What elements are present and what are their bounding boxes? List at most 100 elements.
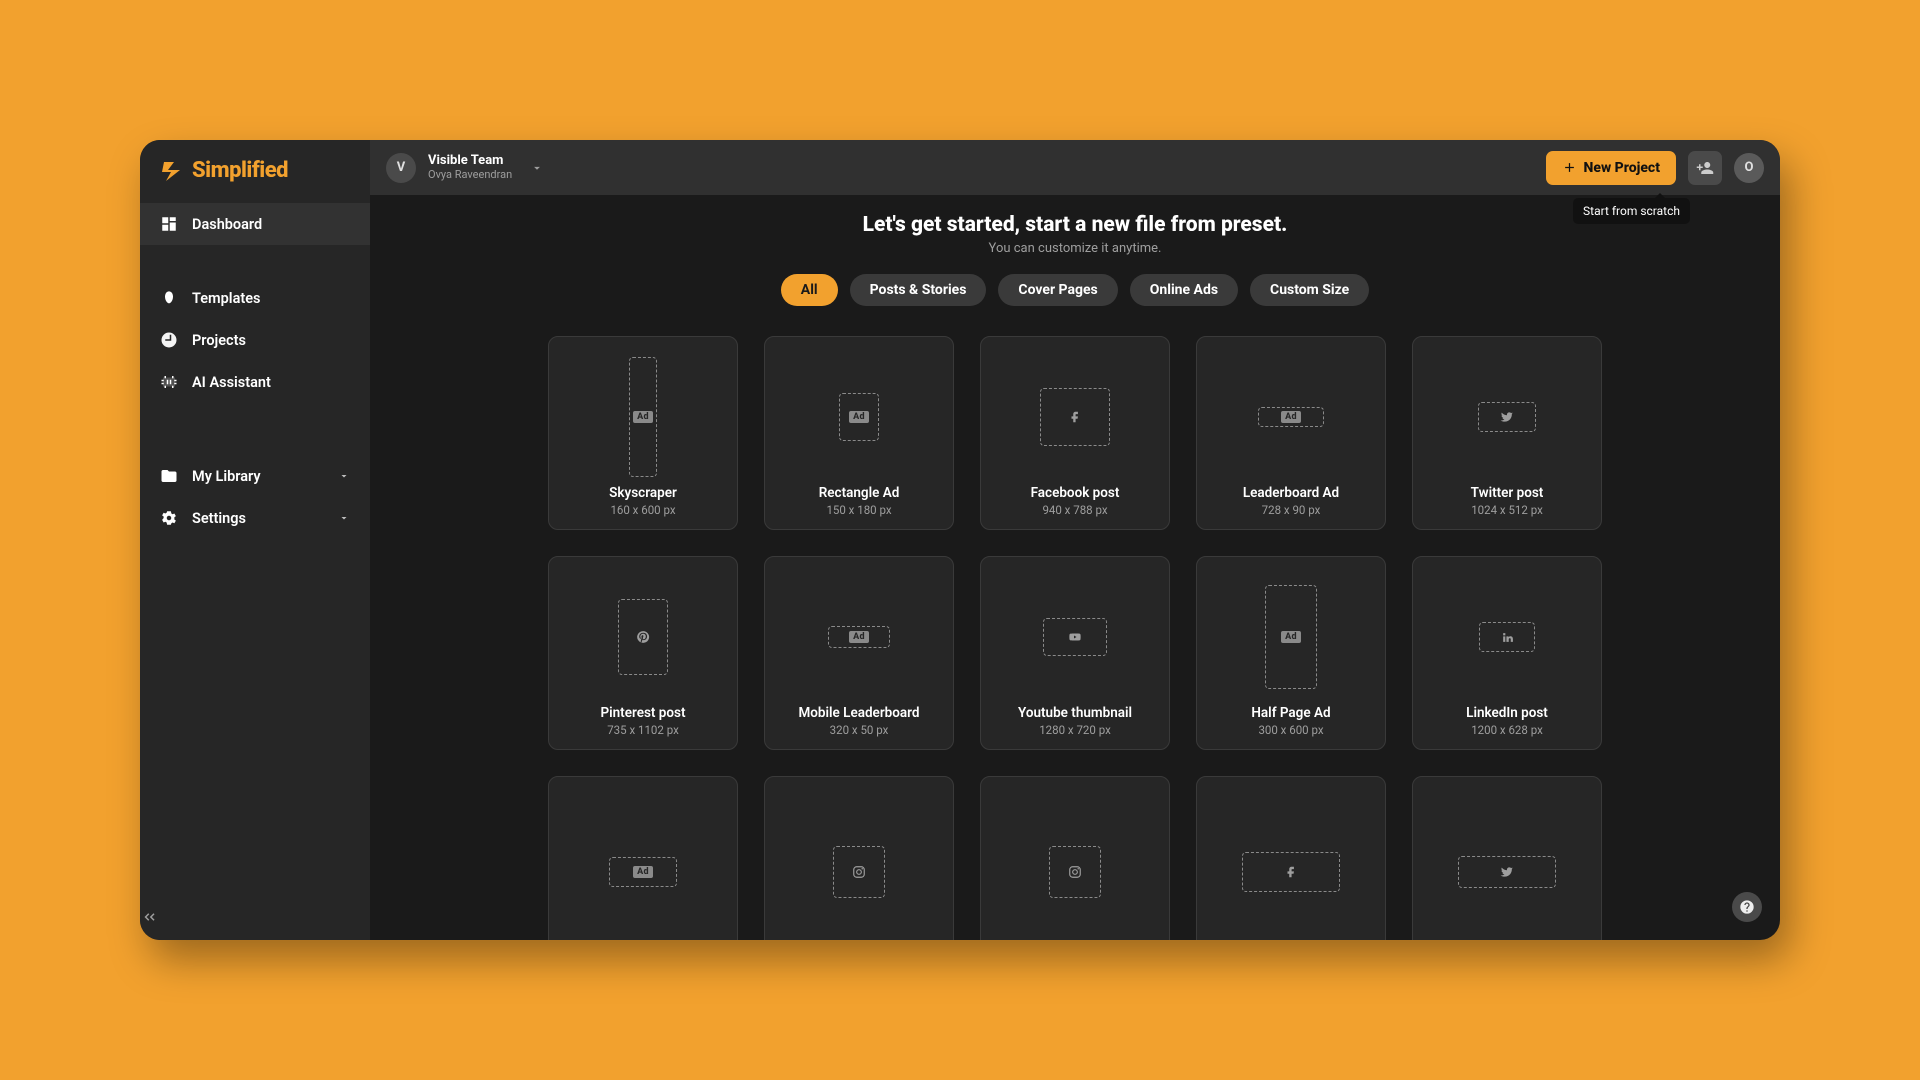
user-avatar[interactable]: O bbox=[1734, 153, 1764, 183]
content-area: Let's get started, start a new file from… bbox=[370, 195, 1780, 940]
sidebar-item-projects[interactable]: Projects bbox=[140, 319, 370, 361]
preset-dimensions: 300 x 600 px bbox=[1258, 723, 1323, 737]
preset-preview bbox=[981, 791, 1169, 940]
nav-group-secondary: Templates Projects AI Assistant bbox=[140, 271, 370, 409]
help-icon bbox=[1739, 899, 1755, 915]
preset-card[interactable] bbox=[1412, 776, 1602, 940]
brand-logo[interactable]: Simplified bbox=[140, 140, 370, 197]
preset-card[interactable]: Ad Skyscraper 160 x 600 px bbox=[548, 336, 738, 530]
preset-dimensions: 160 x 600 px bbox=[610, 503, 675, 517]
preset-shape: Ad bbox=[1258, 407, 1324, 427]
team-switcher[interactable]: Visible Team Ovya Raveendran bbox=[428, 154, 512, 182]
tab-online-ads[interactable]: Online Ads bbox=[1130, 274, 1238, 306]
page-headline: Let's get started, start a new file from… bbox=[400, 213, 1750, 237]
preset-shape: Ad bbox=[1265, 585, 1317, 689]
ad-icon: Ad bbox=[849, 411, 869, 423]
preset-shape bbox=[1043, 618, 1107, 656]
preset-shape: Ad bbox=[839, 393, 879, 441]
preset-shape bbox=[618, 599, 668, 675]
preset-shape: Ad bbox=[629, 357, 657, 477]
chevron-down-icon bbox=[338, 512, 350, 524]
preset-shape bbox=[1479, 622, 1535, 652]
preset-card[interactable]: Facebook post940 x 788 px bbox=[980, 336, 1170, 530]
preset-card[interactable]: AdMobile Leaderboard320 x 50 px bbox=[764, 556, 954, 750]
new-project-button[interactable]: New Project bbox=[1546, 151, 1677, 185]
preset-dimensions: 735 x 1102 px bbox=[607, 723, 679, 737]
help-button[interactable] bbox=[1732, 892, 1762, 922]
preset-preview: Ad bbox=[765, 571, 953, 703]
sidebar-item-my-library[interactable]: My Library bbox=[140, 455, 370, 497]
preset-preview: Ad bbox=[549, 351, 737, 483]
tab-posts-stories[interactable]: Posts & Stories bbox=[850, 274, 987, 306]
preset-name: Pinterest post bbox=[600, 705, 685, 721]
sidebar-item-ai-assistant[interactable]: AI Assistant bbox=[140, 361, 370, 403]
sidebar-item-settings[interactable]: Settings bbox=[140, 497, 370, 539]
preset-name: Rectangle Ad bbox=[819, 485, 900, 501]
preset-preview: Ad bbox=[1197, 351, 1385, 483]
brand-mark-icon bbox=[160, 159, 184, 183]
sidebar-item-label: AI Assistant bbox=[192, 374, 271, 391]
preset-shape bbox=[1458, 856, 1556, 888]
preset-dimensions: 150 x 180 px bbox=[826, 503, 891, 517]
plus-icon bbox=[1562, 160, 1577, 175]
preset-card[interactable] bbox=[764, 776, 954, 940]
sidebar: Simplified Dashboard Templates Projects AI… bbox=[140, 140, 370, 940]
preset-card[interactable]: AdLeaderboard Ad728 x 90 px bbox=[1196, 336, 1386, 530]
collapse-sidebar-button[interactable] bbox=[140, 894, 370, 940]
preset-preview bbox=[981, 571, 1169, 703]
tab-custom-size[interactable]: Custom Size bbox=[1250, 274, 1369, 306]
preset-name: Skyscraper bbox=[609, 485, 677, 501]
sidebar-item-label: Settings bbox=[192, 510, 246, 527]
preset-shape bbox=[1049, 846, 1101, 898]
main-column: V Visible Team Ovya Raveendran New Proje… bbox=[370, 140, 1780, 940]
sidebar-item-label: My Library bbox=[192, 468, 261, 485]
preset-preview: Ad bbox=[549, 791, 737, 940]
templates-icon bbox=[160, 289, 178, 307]
linkedin-icon bbox=[1501, 631, 1514, 644]
preset-name: Mobile Leaderboard bbox=[798, 705, 919, 721]
sidebar-item-label: Dashboard bbox=[192, 216, 262, 233]
preset-card[interactable]: Ad bbox=[548, 776, 738, 940]
invite-user-button[interactable] bbox=[1688, 151, 1722, 185]
preset-name: Half Page Ad bbox=[1251, 705, 1330, 721]
preset-preview bbox=[1413, 351, 1601, 483]
settings-icon bbox=[160, 509, 178, 527]
tab-all[interactable]: All bbox=[781, 274, 838, 306]
preset-shape: Ad bbox=[828, 626, 890, 648]
preset-card[interactable]: Pinterest post 735 x 1102 px bbox=[548, 556, 738, 750]
twitter-icon bbox=[1500, 410, 1514, 424]
projects-icon bbox=[160, 331, 178, 349]
preset-card[interactable] bbox=[980, 776, 1170, 940]
preset-card[interactable]: Youtube thumbnail1280 x 720 px bbox=[980, 556, 1170, 750]
preset-preview: Ad bbox=[765, 351, 953, 483]
ai-icon bbox=[160, 373, 178, 391]
preset-preview bbox=[1413, 791, 1601, 940]
preset-dimensions: 1280 x 720 px bbox=[1039, 723, 1111, 737]
preset-shape: Ad bbox=[609, 857, 677, 887]
user-plus-icon bbox=[1696, 159, 1714, 177]
ad-icon: Ad bbox=[1281, 411, 1301, 423]
preset-grid: Ad Skyscraper 160 x 600 px Ad Rectangle Ad 15… bbox=[400, 336, 1750, 940]
facebook-icon bbox=[1284, 865, 1298, 879]
sidebar-item-templates[interactable]: Templates bbox=[140, 277, 370, 319]
tab-cover-pages[interactable]: Cover Pages bbox=[998, 274, 1117, 306]
sidebar-item-dashboard[interactable]: Dashboard bbox=[140, 203, 370, 245]
pinterest-icon bbox=[636, 630, 650, 644]
chevron-down-icon[interactable] bbox=[530, 161, 544, 175]
preset-shape bbox=[1478, 402, 1536, 432]
preset-card[interactable]: LinkedIn post1200 x 628 px bbox=[1412, 556, 1602, 750]
preset-dimensions: 1024 x 512 px bbox=[1471, 503, 1543, 517]
library-icon bbox=[160, 467, 178, 485]
team-avatar[interactable]: V bbox=[386, 153, 416, 183]
sidebar-item-label: Projects bbox=[192, 332, 246, 349]
preset-name: Twitter post bbox=[1471, 485, 1544, 501]
ad-icon: Ad bbox=[849, 631, 869, 643]
instagram-icon bbox=[1068, 865, 1082, 879]
preset-shape bbox=[833, 846, 885, 898]
preset-card[interactable]: Ad Rectangle Ad 150 x 180 px bbox=[764, 336, 954, 530]
facebook-icon bbox=[1068, 410, 1082, 424]
preset-card[interactable]: Ad Half Page Ad 300 x 600 px bbox=[1196, 556, 1386, 750]
preset-card[interactable] bbox=[1196, 776, 1386, 940]
preset-card[interactable]: Twitter post 1024 x 512 px bbox=[1412, 336, 1602, 530]
team-name: Visible Team bbox=[428, 154, 512, 169]
